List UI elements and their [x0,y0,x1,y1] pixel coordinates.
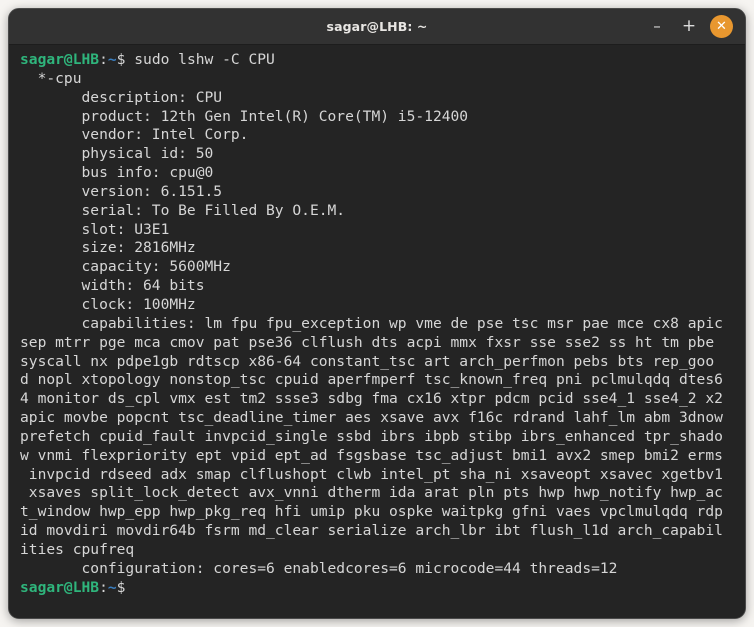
prompt-colon-2: : [99,578,108,596]
prompt-symbol-2: $ [116,578,126,596]
prompt-path-2: ~ [107,578,117,596]
command-output: *-cpu description: CPU product: 12th Gen… [20,69,723,577]
typed-command: sudo lshw -C CPU [125,51,275,68]
terminal-output-area[interactable]: sagar@LHB:~$ sudo lshw -C CPU *-cpu desc… [9,45,745,618]
window-titlebar[interactable]: sagar@LHB: ~ – + ✕ [9,9,745,45]
desktop-background: sagar@LHB: ~ – + ✕ sagar@LHB:~$ sudo lsh… [0,0,754,627]
prompt-line-first: sagar@LHB:~$ sudo lshw -C CPU [20,51,275,68]
terminal-window: sagar@LHB: ~ – + ✕ sagar@LHB:~$ sudo lsh… [8,8,746,619]
prompt-path: ~ [107,51,117,68]
close-button[interactable]: ✕ [710,15,733,38]
prompt-user-host-2: sagar@LHB [20,578,100,596]
window-controls: – + ✕ [646,15,745,38]
window-title: sagar@LHB: ~ [326,19,428,34]
prompt-colon: : [99,51,108,68]
prompt-line-last: sagar@LHB:~$ [20,579,125,596]
minimize-button[interactable]: – [646,16,668,38]
maximize-button[interactable]: + [678,16,700,38]
terminal-text: sagar@LHB:~$ sudo lshw -C CPU *-cpu desc… [20,51,740,597]
prompt-user-host: sagar@LHB [20,51,100,68]
